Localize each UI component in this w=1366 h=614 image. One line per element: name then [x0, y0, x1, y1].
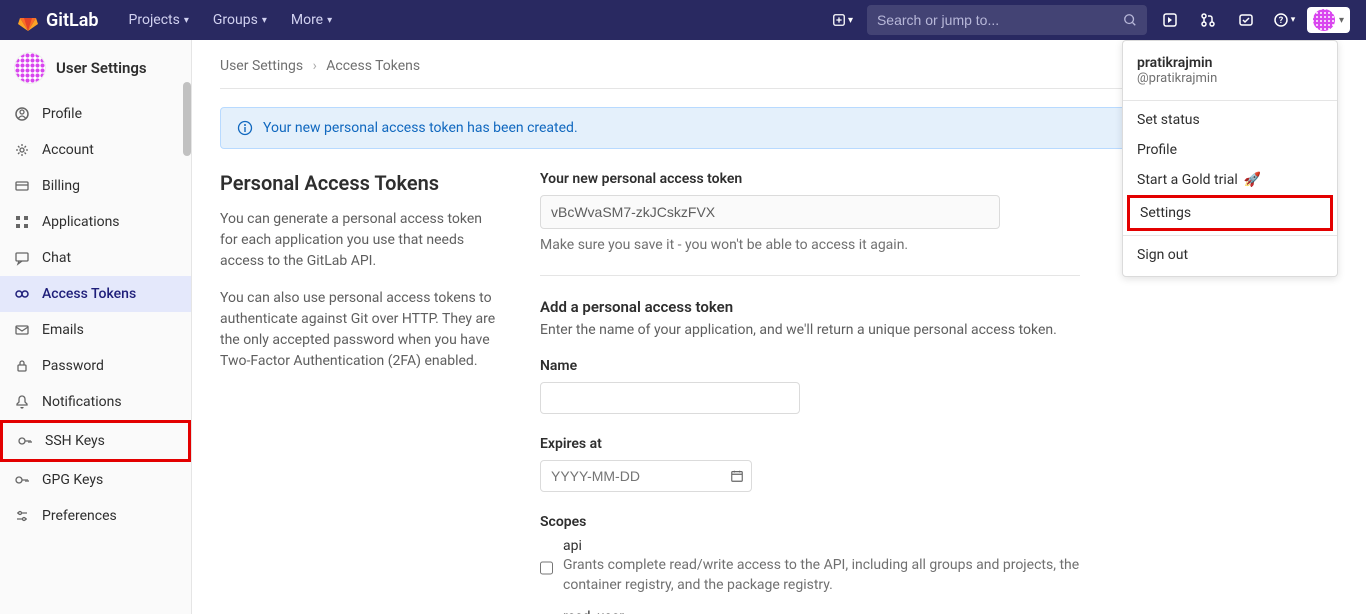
- rocket-icon: 🚀: [1244, 172, 1261, 188]
- page-title: Personal Access Tokens: [220, 171, 500, 195]
- token-value-input[interactable]: [540, 195, 1000, 229]
- calendar-icon[interactable]: [730, 469, 744, 483]
- new-button[interactable]: ▾: [826, 9, 859, 31]
- help-icon[interactable]: ?▾: [1269, 5, 1299, 35]
- avatar-icon: [1313, 9, 1335, 31]
- breadcrumb-root[interactable]: User Settings: [220, 58, 303, 74]
- sidebar-item-password[interactable]: Password: [0, 348, 191, 384]
- nav-groups[interactable]: Groups▾: [203, 6, 277, 34]
- alert-text: Your new personal access token has been …: [263, 120, 578, 136]
- main-content: User Settings › Access Tokens Your new p…: [192, 40, 1366, 614]
- page-desc-2: You can also use personal access tokens …: [220, 288, 500, 372]
- add-title: Add a personal access token: [540, 298, 1338, 316]
- gear-icon: [14, 142, 30, 158]
- todos-icon[interactable]: [1231, 5, 1261, 35]
- profile-icon: [14, 106, 30, 122]
- dropdown-set-status[interactable]: Set status: [1123, 105, 1337, 135]
- avatar-icon: [14, 52, 46, 84]
- sidebar-item-preferences[interactable]: Preferences: [0, 498, 191, 534]
- gitlab-logo[interactable]: GitLab: [16, 8, 99, 32]
- sidebar-item-profile[interactable]: Profile: [0, 96, 191, 132]
- expires-input[interactable]: [540, 460, 752, 492]
- topbar: GitLab Projects▾ Groups▾ More▾ ▾ ?▾ ▾: [0, 0, 1366, 40]
- sidebar-item-account[interactable]: Account: [0, 132, 191, 168]
- sidebar: User Settings Profile Account Billing Ap…: [0, 40, 192, 614]
- token-icon: [14, 286, 30, 302]
- search-box[interactable]: [867, 5, 1147, 35]
- sidebar-header: User Settings: [0, 40, 191, 96]
- page-desc-1: You can generate a personal access token…: [220, 209, 500, 272]
- sidebar-title: User Settings: [56, 59, 147, 77]
- nav-more[interactable]: More▾: [281, 6, 342, 34]
- apps-icon: [14, 214, 30, 230]
- name-label: Name: [540, 358, 1338, 374]
- brand-text: GitLab: [46, 10, 99, 31]
- user-dropdown: pratikrajmin @pratikrajmin Set status Pr…: [1122, 40, 1338, 277]
- key-icon: [17, 433, 33, 449]
- name-input[interactable]: [540, 382, 800, 414]
- scope-api: api Grants complete read/write access to…: [540, 538, 1338, 595]
- dropdown-sign-out[interactable]: Sign out: [1123, 240, 1337, 270]
- scope-api-checkbox[interactable]: [540, 541, 553, 595]
- scrollbar-thumb[interactable]: [183, 82, 191, 156]
- dropdown-trial[interactable]: Start a Gold trial 🚀: [1123, 165, 1337, 195]
- search-icon: [1123, 13, 1137, 27]
- sidebar-item-chat[interactable]: Chat: [0, 240, 191, 276]
- dropdown-header: pratikrajmin @pratikrajmin: [1123, 47, 1337, 96]
- info-icon: [237, 120, 253, 136]
- key-icon: [14, 472, 30, 488]
- dropdown-profile[interactable]: Profile: [1123, 135, 1337, 165]
- sidebar-item-access-tokens[interactable]: Access Tokens: [0, 276, 191, 312]
- expires-label: Expires at: [540, 436, 1338, 452]
- sliders-icon: [14, 508, 30, 524]
- issues-icon[interactable]: [1155, 5, 1185, 35]
- mail-icon: [14, 322, 30, 338]
- sidebar-item-ssh-keys[interactable]: SSH Keys: [0, 420, 191, 462]
- bell-icon: [14, 394, 30, 410]
- svg-text:?: ?: [1278, 16, 1283, 26]
- sidebar-item-emails[interactable]: Emails: [0, 312, 191, 348]
- divider: [540, 275, 1080, 276]
- lock-icon: [14, 358, 30, 374]
- merge-requests-icon[interactable]: [1193, 5, 1223, 35]
- sidebar-item-billing[interactable]: Billing: [0, 168, 191, 204]
- nav-projects[interactable]: Projects▾: [119, 6, 199, 34]
- chat-icon: [14, 250, 30, 266]
- search-input[interactable]: [877, 12, 1123, 28]
- dropdown-settings[interactable]: Settings: [1127, 195, 1333, 231]
- sidebar-item-notifications[interactable]: Notifications: [0, 384, 191, 420]
- card-icon: [14, 178, 30, 194]
- sidebar-item-gpg-keys[interactable]: GPG Keys: [0, 462, 191, 498]
- add-desc: Enter the name of your application, and …: [540, 322, 1338, 338]
- sidebar-item-applications[interactable]: Applications: [0, 204, 191, 240]
- scopes-label: Scopes: [540, 514, 1338, 530]
- breadcrumb-current: Access Tokens: [326, 58, 420, 74]
- topbar-menu: Projects▾ Groups▾ More▾: [119, 6, 343, 34]
- scope-read-user: read_user Grants read-only access to the…: [540, 609, 1338, 614]
- user-menu-button[interactable]: ▾: [1307, 7, 1350, 33]
